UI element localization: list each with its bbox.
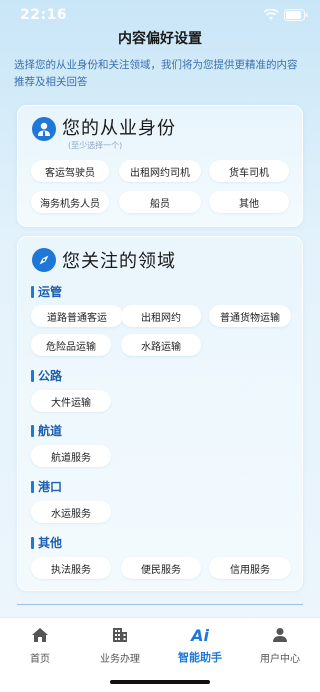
identity-option-passenger-driver[interactable]: 客运驾驶员 [31, 160, 109, 182]
section-label: 港口 [38, 480, 63, 494]
section-label: 公路 [38, 369, 63, 383]
section-yunguan: 运管 [31, 283, 62, 300]
identity-option-truck-driver[interactable]: 货车司机 [209, 160, 289, 182]
domain-option-water-service[interactable]: 水运服务 [31, 501, 111, 523]
identity-option-crew[interactable]: 船员 [119, 191, 201, 213]
identity-option-other[interactable]: 其他 [209, 191, 289, 213]
domain-option-taxi[interactable]: 出租网约 [121, 305, 201, 327]
section-gonglu: 公路 [31, 367, 62, 384]
section-label: 运管 [38, 285, 63, 299]
status-bar: 22:16 [0, 0, 320, 30]
intro-text: 选择您的从业身份和关注领域，我们将为您提供更精准的内容推荐及相关回答 [14, 59, 298, 88]
tab-home[interactable]: 首页 [0, 618, 80, 692]
section-marker [31, 285, 34, 298]
domain-option-channel-service[interactable]: 航道服务 [31, 445, 111, 467]
home-indicator [110, 680, 210, 684]
domain-option-oversize-transport[interactable]: 大件运输 [31, 390, 111, 412]
identity-option-taxi-driver[interactable]: 出租网约司机 [119, 160, 201, 182]
section-qita: 其他 [31, 534, 62, 551]
section-label: 航道 [38, 424, 63, 438]
domain-option-hazmat[interactable]: 危险品运输 [31, 334, 111, 356]
domain-option-public-service[interactable]: 便民服务 [121, 557, 201, 579]
section-marker [31, 424, 34, 437]
domain-option-waterway-transport[interactable]: 水路运输 [121, 334, 201, 356]
identity-subtitle: (至少选择一个) [68, 141, 123, 150]
domain-icon [32, 248, 56, 272]
tab-label: 业务办理 [100, 654, 140, 665]
domain-option-law-enforcement[interactable]: 执法服务 [31, 557, 111, 579]
page-title: 内容偏好设置 [118, 31, 202, 47]
wifi-icon [263, 9, 279, 20]
battery-icon [284, 9, 308, 21]
user-icon [273, 628, 287, 642]
identity-title: 您的从业身份 [62, 118, 176, 139]
domain-option-general-freight[interactable]: 普通货物运输 [209, 305, 291, 327]
identity-option-maritime-staff[interactable]: 海务机务人员 [31, 191, 109, 213]
home-icon [32, 628, 48, 642]
domain-option-credit-service[interactable]: 信用服务 [209, 557, 291, 579]
tab-label: 智能助手 [178, 651, 222, 664]
divider [17, 604, 303, 605]
domain-title: 您关注的领域 [62, 251, 176, 272]
tab-label: 首页 [30, 654, 50, 665]
section-marker [31, 369, 34, 382]
section-label: 其他 [38, 536, 63, 550]
section-marker [31, 480, 34, 493]
domain-option-road-passenger[interactable]: 道路普通客运 [31, 305, 123, 327]
section-hangdao: 航道 [31, 422, 62, 439]
section-marker [31, 536, 34, 549]
status-time: 22:16 [20, 7, 68, 23]
compass-icon [39, 255, 49, 265]
ai-icon: Ai [191, 626, 209, 645]
tab-user-center[interactable]: 用户中心 [240, 618, 320, 692]
tab-label: 用户中心 [260, 654, 300, 665]
identity-card: 您的从业身份 (至少选择一个) 客运驾驶员 出租网约司机 货车司机 海务机务人员… [17, 105, 303, 227]
person-tie-icon [38, 122, 50, 137]
section-gangkou: 港口 [31, 478, 62, 495]
identity-icon [32, 117, 56, 141]
status-icons [263, 9, 308, 21]
building-icon [113, 628, 127, 642]
domain-card: 您关注的领域 运管 道路普通客运 出租网约 普通货物运输 危险品运输 水路运输 … [17, 236, 303, 591]
